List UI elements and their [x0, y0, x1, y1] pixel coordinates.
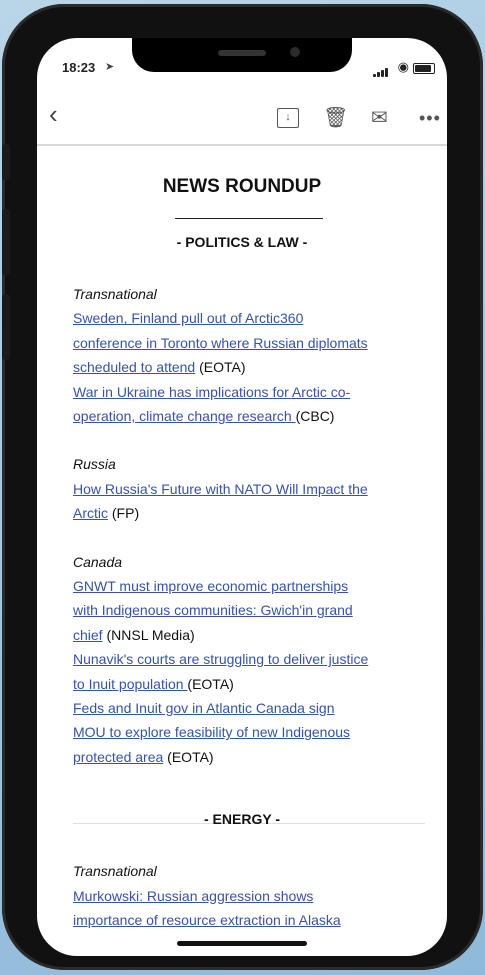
screen: 18:23 ➤ ◉ ‹ ↓ 🗑 ✉ ••• NEWS ROUNDUP - POL…	[37, 38, 447, 956]
news-link[interactable]: Arctic	[73, 505, 108, 521]
news-link[interactable]: importance of resource extraction in Ala…	[73, 912, 341, 928]
region-label: Russia	[73, 456, 116, 473]
volume-up-button	[2, 209, 10, 275]
newsletter-title: NEWS ROUNDUP	[162, 176, 322, 197]
news-item-line: Murkowski: Russian aggression shows	[73, 888, 313, 904]
signal-icon	[373, 62, 389, 77]
news-link[interactable]: scheduled to attend	[73, 359, 195, 375]
region-label: Transnational	[73, 863, 157, 880]
news-item-line: Feds and Inuit gov in Atlantic Canada si…	[73, 700, 335, 716]
news-link[interactable]: with Indigenous communities: Gwich'in gr…	[73, 602, 353, 618]
notch	[132, 38, 352, 72]
news-link[interactable]: GNWT must improve economic partnerships	[73, 578, 348, 594]
news-item-line: with Indigenous communities: Gwich'in gr…	[73, 602, 353, 618]
news-item-line: GNWT must improve economic partnerships	[73, 578, 348, 594]
news-link[interactable]: protected area	[73, 749, 163, 765]
news-item-line: protected area (EOTA)	[73, 749, 214, 765]
news-item-line: to Inuit population (EOTA)	[73, 676, 234, 692]
news-source: (CBC)	[295, 408, 335, 424]
camera	[290, 47, 300, 57]
news-item-line: MOU to explore feasibility of new Indige…	[73, 724, 350, 740]
news-source: (FP)	[108, 505, 140, 522]
news-link[interactable]: War in Ukraine has implications for Arct…	[73, 384, 350, 400]
news-item-line: Arctic (FP)	[73, 505, 139, 521]
news-link[interactable]: Feds and Inuit gov in Atlantic Canada si…	[73, 700, 335, 716]
news-item-line: conference in Toronto where Russian dipl…	[73, 335, 368, 351]
region-label: Transnational	[73, 286, 157, 302]
news-item-line: scheduled to attend (EOTA)	[73, 359, 246, 375]
archive-icon[interactable]: ↓	[277, 108, 299, 128]
status-time: 18:23	[62, 60, 96, 75]
wifi-icon: ◉	[397, 59, 409, 74]
section-heading: - POLITICS & LAW -	[176, 234, 308, 250]
region-label: Canada	[73, 553, 123, 570]
news-item-line: operation, climate change research (CBC)	[73, 408, 334, 424]
news-link[interactable]: operation, climate change research	[73, 408, 296, 424]
news-source: (NNSL Media)	[102, 626, 195, 643]
news-link[interactable]: Murkowski: Russian aggression shows	[73, 888, 313, 904]
news-source: (EOTA)	[195, 359, 246, 376]
phone-frame: 18:23 ➤ ◉ ‹ ↓ 🗑 ✉ ••• NEWS ROUNDUP - POL…	[2, 4, 483, 970]
volume-down-button	[2, 294, 10, 360]
news-link[interactable]: How Russia's Future with NATO Will Impac…	[73, 481, 368, 497]
news-item-line: Nunavik's courts are struggling to deliv…	[73, 651, 368, 667]
trash-icon[interactable]: 🗑	[323, 106, 348, 130]
news-item-line: Sweden, Finland pull out of Arctic360	[73, 310, 303, 326]
news-source: (EOTA)	[163, 748, 214, 765]
news-item-line: chief (NNSL Media)	[73, 627, 195, 643]
news-link[interactable]: to Inuit population	[73, 676, 187, 692]
home-indicator	[177, 941, 307, 946]
email-toolbar: ‹ ↓ 🗑 ✉ •••	[37, 94, 447, 146]
news-link[interactable]: chief	[73, 627, 103, 643]
silent-switch	[2, 144, 10, 180]
news-item-line: War in Ukraine has implications for Arct…	[73, 384, 350, 400]
news-link[interactable]: MOU to explore feasibility of new Indige…	[73, 724, 350, 740]
speaker	[218, 50, 266, 56]
title-underline	[175, 218, 323, 219]
news-source: (EOTA)	[187, 675, 234, 692]
news-link[interactable]: conference in Toronto where Russian dipl…	[73, 335, 368, 351]
news-link[interactable]: Nunavik's courts are struggling to deliv…	[73, 651, 368, 667]
location-arrow-icon: ➤	[105, 61, 115, 73]
back-chevron-icon[interactable]: ‹	[49, 101, 58, 127]
news-item-line: How Russia's Future with NATO Will Impac…	[73, 481, 368, 497]
mail-icon[interactable]: ✉	[371, 106, 388, 130]
more-options-icon[interactable]: •••	[419, 106, 441, 130]
battery-icon	[413, 63, 435, 74]
news-item-line: importance of resource extraction in Ala…	[73, 912, 341, 928]
section-heading: - ENERGY -	[204, 811, 280, 828]
news-link[interactable]: Sweden, Finland pull out of Arctic360	[73, 310, 303, 326]
